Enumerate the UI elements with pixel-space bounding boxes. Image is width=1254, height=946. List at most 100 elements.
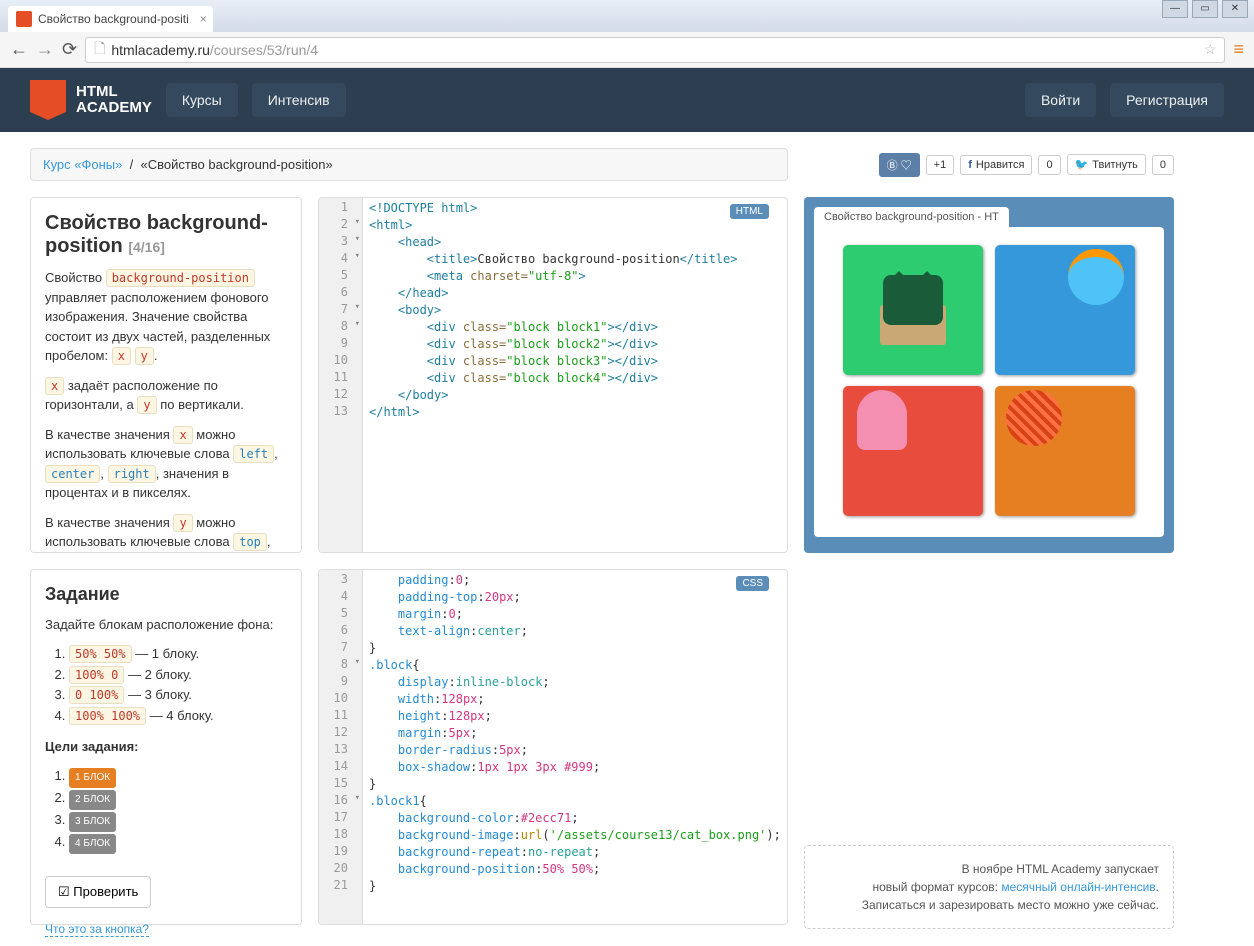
html-badge: HTML bbox=[730, 204, 769, 219]
cl: class= bbox=[463, 320, 506, 334]
login-button[interactable]: Войти bbox=[1025, 83, 1096, 117]
cl: > bbox=[579, 269, 586, 283]
goals-title: Цели задания: bbox=[45, 737, 287, 758]
logo-text-1: HTML bbox=[76, 83, 118, 100]
reload-icon[interactable]: ⟳ bbox=[62, 39, 77, 60]
cl: Свойство background-position bbox=[477, 252, 679, 266]
back-icon[interactable]: ← bbox=[10, 39, 28, 60]
cl: <div bbox=[427, 320, 463, 334]
promo-column: В ноябре HTML Academy запускает новый фо… bbox=[804, 569, 1174, 929]
css-gutter: 3456789101112131415161718192021 bbox=[319, 570, 363, 924]
fb-like-button[interactable]: fНравится bbox=[960, 155, 1032, 175]
code-y: y bbox=[173, 514, 192, 532]
facebook-icon: f bbox=[968, 159, 972, 171]
cl: "block block3" bbox=[506, 354, 607, 368]
html-editor[interactable]: HTML 12345678910111213 <!DOCTYPE html> <… bbox=[318, 197, 788, 553]
t: В качестве значения bbox=[45, 427, 173, 442]
goal-item: 2 БЛОК bbox=[69, 788, 287, 810]
code-bg-position: background-position bbox=[106, 269, 255, 287]
favicon-icon bbox=[16, 11, 32, 27]
forward-icon[interactable]: → bbox=[36, 39, 54, 60]
page-icon: 🗋 bbox=[94, 38, 105, 62]
cl: class= bbox=[463, 354, 506, 368]
goals-list: 1 БЛОК2 БЛОК3 БЛОК4 БЛОК bbox=[45, 766, 287, 854]
nav-intensive[interactable]: Интенсив bbox=[252, 83, 346, 117]
site-header: HTMLACADEMY Курсы Интенсив Войти Регистр… bbox=[0, 68, 1254, 132]
chrome-menu-icon[interactable]: ≡ bbox=[1233, 39, 1244, 60]
t: , bbox=[100, 466, 107, 481]
nav-courses[interactable]: Курсы bbox=[166, 83, 238, 117]
cl: class= bbox=[463, 371, 506, 385]
theory-progress: [4/16] bbox=[128, 239, 165, 255]
task-panel: Задание Задайте блокам расположение фона… bbox=[30, 569, 302, 925]
url-input[interactable]: 🗋 htmlacademy.ru/courses/53/run/4 ☆ bbox=[85, 37, 1225, 63]
win-minimize[interactable]: — bbox=[1162, 0, 1188, 18]
promo-link[interactable]: месячный онлайн-интенсив bbox=[1001, 880, 1155, 894]
vk-count: +1 bbox=[926, 155, 955, 175]
bookmark-star-icon[interactable]: ☆ bbox=[1204, 41, 1217, 58]
social-bar: Ⓑ ♡ +1 fНравится 0 🐦Твитнуть 0 bbox=[804, 148, 1174, 181]
t: , bbox=[267, 534, 271, 549]
url-path: /courses/53/run/4 bbox=[210, 42, 318, 58]
code-x: x bbox=[112, 347, 131, 365]
cl: ></div> bbox=[607, 354, 658, 368]
address-bar: ← → ⟳ 🗋 htmlacademy.ru/courses/53/run/4 … bbox=[0, 32, 1254, 68]
task-item: 50% 50% — 1 блоку. bbox=[69, 644, 287, 665]
browser-tabstrip: — ▭ ✕ Свойство background-positi × bbox=[0, 0, 1254, 32]
code-y: y bbox=[135, 347, 154, 365]
cl: </html> bbox=[369, 405, 420, 419]
css-badge: CSS bbox=[736, 576, 769, 591]
preview-tab[interactable]: Свойство background-position - HT bbox=[814, 207, 1009, 227]
check-icon: ☑ bbox=[58, 884, 70, 899]
cl: class= bbox=[463, 337, 506, 351]
vk-like-button[interactable]: Ⓑ ♡ bbox=[879, 153, 920, 177]
task-title: Задание bbox=[45, 584, 287, 605]
tab-close-icon[interactable]: × bbox=[200, 12, 207, 26]
cl: <div bbox=[427, 371, 463, 385]
cl: <meta bbox=[427, 269, 470, 283]
t: Свойство bbox=[45, 270, 106, 285]
preview-block-1 bbox=[843, 245, 983, 375]
preview-block-3 bbox=[843, 386, 983, 516]
t: по вертикали. bbox=[157, 397, 244, 412]
promo-line: В ноябре HTML Academy запускает bbox=[819, 860, 1159, 878]
preview-block-4 bbox=[995, 386, 1135, 516]
code-left: left bbox=[233, 445, 274, 463]
css-code[interactable]: padding:0; padding-top:20px; margin:0; t… bbox=[363, 570, 787, 897]
cl: </body> bbox=[369, 388, 448, 402]
win-close[interactable]: ✕ bbox=[1222, 0, 1248, 18]
promo-line: . bbox=[1156, 880, 1159, 894]
css-editor[interactable]: CSS 3456789101112131415161718192021 padd… bbox=[318, 569, 788, 925]
t: управляет расположением фонового изображ… bbox=[45, 290, 270, 364]
t: , bbox=[274, 446, 278, 461]
promo-line: Записаться и зарезировать место можно уж… bbox=[819, 896, 1159, 914]
win-maximize[interactable]: ▭ bbox=[1192, 0, 1218, 18]
breadcrumb: Курс «Фоны» / «Свойство background-posit… bbox=[30, 148, 788, 181]
html-code[interactable]: <!DOCTYPE html> <html> <head> <title>Сво… bbox=[363, 198, 787, 423]
preview-panel: Свойство background-position - HT bbox=[804, 197, 1174, 553]
cl: <div bbox=[427, 354, 463, 368]
cl: ></div> bbox=[607, 371, 658, 385]
check-button[interactable]: ☑ Проверить bbox=[45, 876, 151, 908]
cl: </head> bbox=[369, 286, 448, 300]
what-is-button-link[interactable]: Что это за кнопка? bbox=[45, 922, 149, 937]
code-right: right bbox=[108, 465, 156, 483]
breadcrumb-course[interactable]: Курс «Фоны» bbox=[43, 157, 122, 172]
cl: <!DOCTYPE html> bbox=[369, 201, 477, 215]
t: . bbox=[154, 348, 158, 363]
cl: "utf-8" bbox=[528, 269, 579, 283]
browser-tab[interactable]: Свойство background-positi × bbox=[8, 6, 213, 32]
promo-line: новый формат курсов: bbox=[872, 880, 1001, 894]
goal-item: 4 БЛОК bbox=[69, 832, 287, 854]
tw-share-button[interactable]: 🐦Твитнуть bbox=[1067, 154, 1146, 175]
task-intro: Задайте блокам расположение фона: bbox=[45, 615, 287, 636]
register-button[interactable]: Регистрация bbox=[1110, 83, 1224, 117]
logo-text-2: ACADEMY bbox=[76, 99, 152, 116]
cl: charset= bbox=[470, 269, 528, 283]
preview-block-2 bbox=[995, 245, 1135, 375]
site-logo[interactable]: HTMLACADEMY bbox=[30, 80, 152, 120]
task-item: 100% 100% — 4 блоку. bbox=[69, 706, 287, 727]
theory-panel[interactable]: Свойство background-position [4/16] Свой… bbox=[30, 197, 302, 553]
twitter-icon: 🐦 bbox=[1075, 158, 1089, 171]
cl: </title> bbox=[680, 252, 738, 266]
